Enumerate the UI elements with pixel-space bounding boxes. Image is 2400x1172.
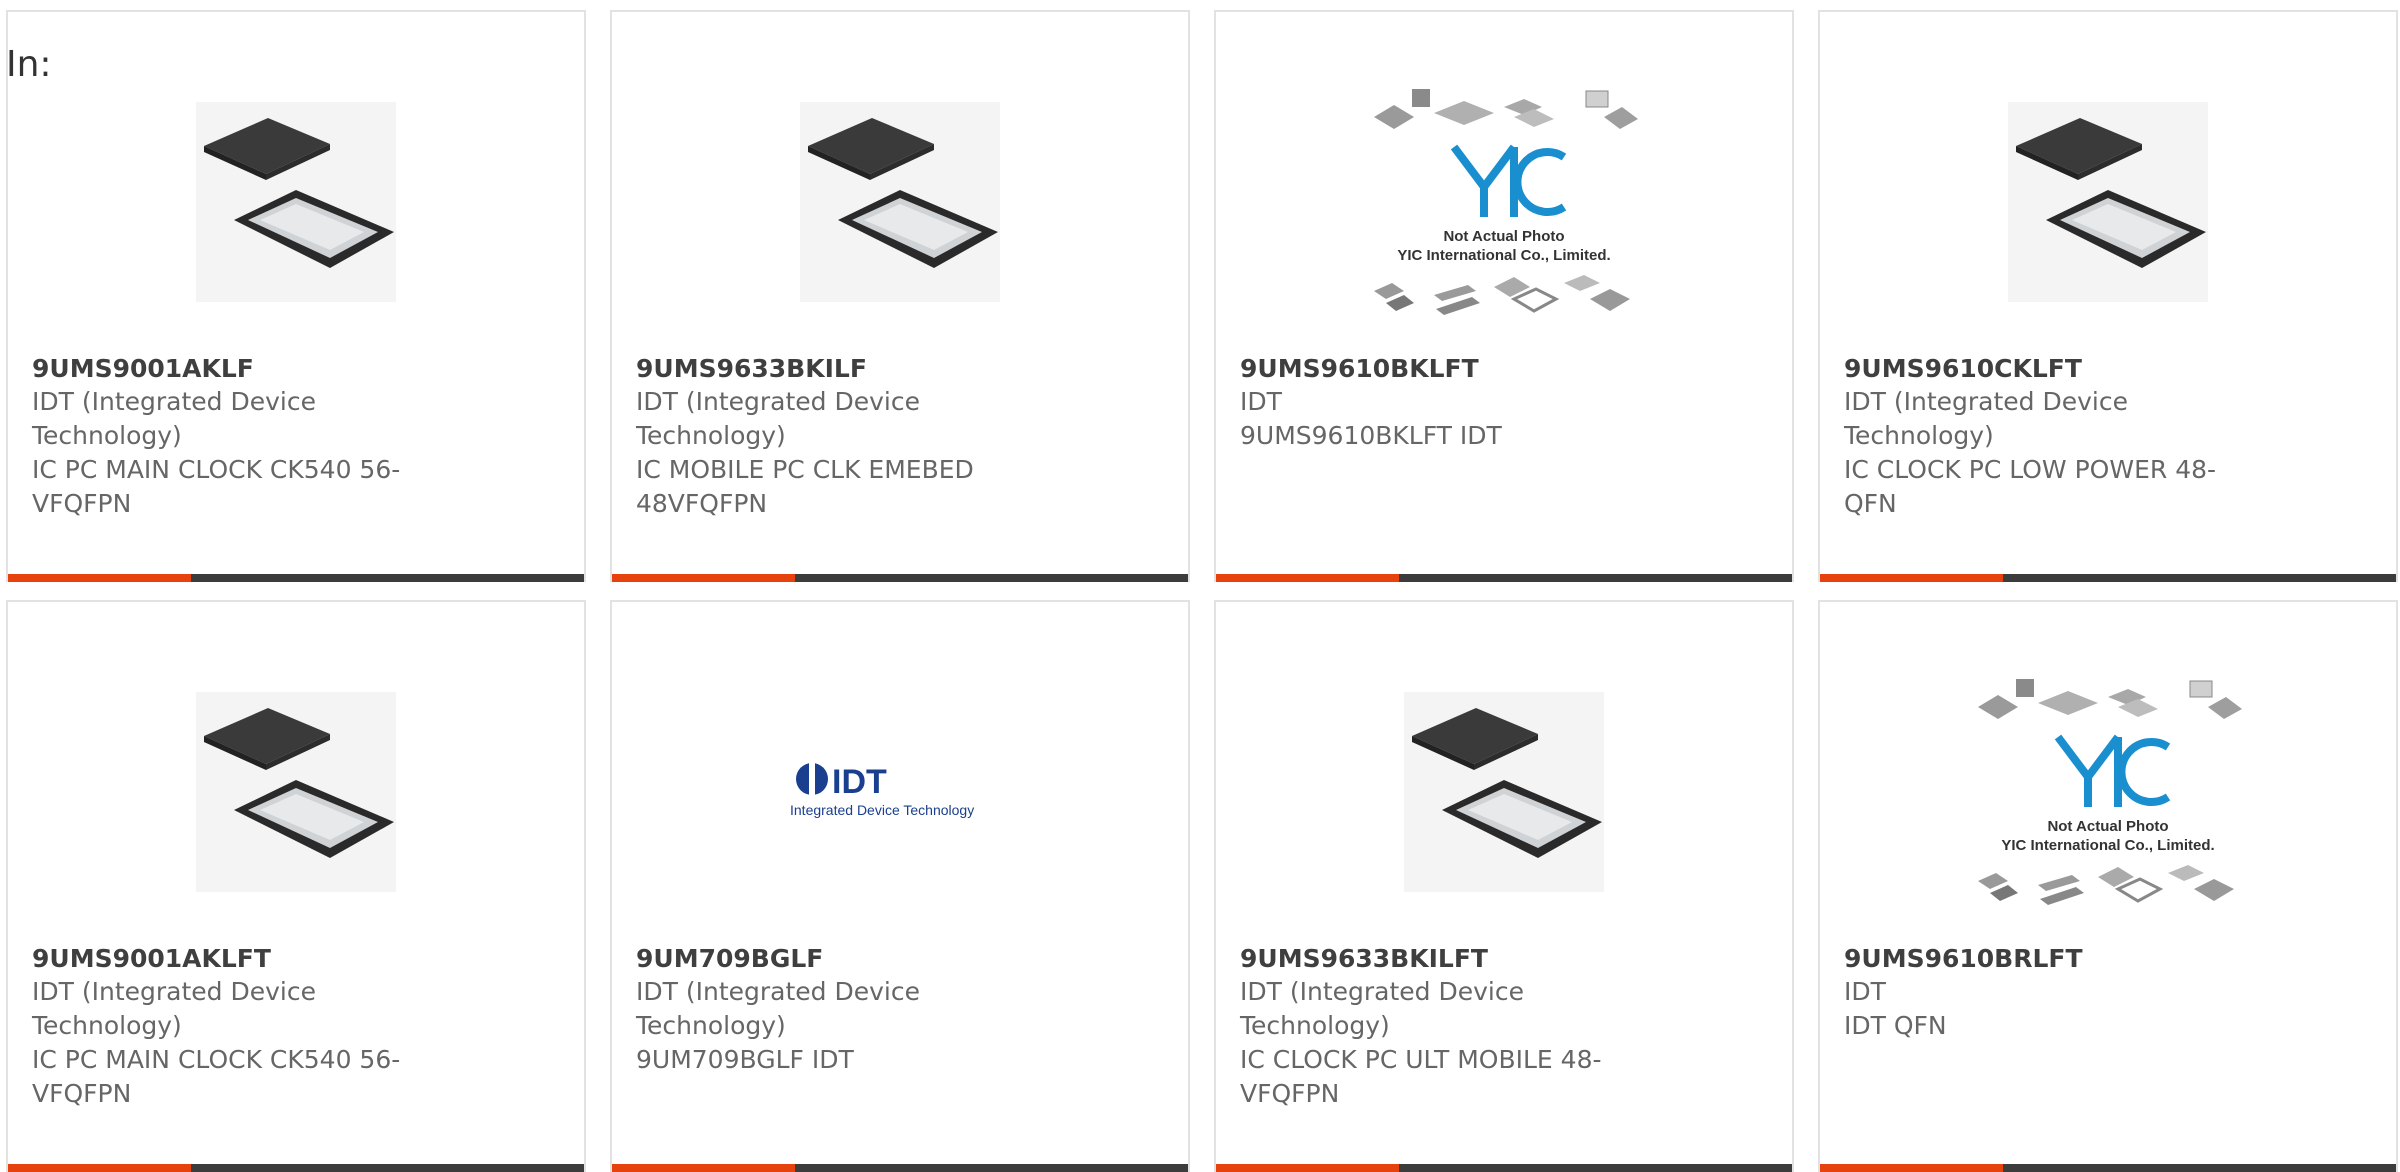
product-card[interactable]: 9UMS9633BKILFT IDT (Integrated Device Te… [1214, 600, 1794, 1172]
manufacturer: IDT (Integrated Device Technology) [32, 387, 316, 450]
product-image[interactable]: Not Actual Photo YIC International Co., L… [1216, 72, 1792, 332]
card-accent-bar [1820, 574, 2003, 582]
qfn-chip-icon [196, 102, 396, 302]
product-card[interactable]: Not Actual Photo YIC International Co., L… [1818, 600, 2398, 1172]
product-card[interactable]: 9UMS9610CKLFT IDT (Integrated Device Tec… [1818, 10, 2398, 582]
card-bottom-bar [1820, 574, 2396, 582]
svg-text:Not Actual Photo: Not Actual Photo [2047, 818, 2168, 835]
product-grid: 9UMS9001AKLF IDT (Integrated Device Tech… [6, 10, 2398, 1172]
product-image[interactable] [1820, 72, 2396, 332]
part-number[interactable]: 9UMS9610CKLFT [1844, 354, 2234, 383]
filter-label: In: [6, 44, 52, 85]
card-accent-bar [1216, 574, 1399, 582]
svg-text:IDT: IDT [832, 763, 887, 801]
product-image[interactable] [612, 72, 1188, 332]
description: IC PC MAIN CLOCK CK540 56-VFQFPN [32, 1045, 401, 1108]
part-number[interactable]: 9UMS9001AKLFT [32, 944, 422, 973]
manufacturer: IDT (Integrated Device Technology) [1240, 977, 1524, 1040]
card-bottom-bar [8, 1164, 584, 1172]
manufacturer: IDT (Integrated Device Technology) [636, 977, 920, 1040]
part-number[interactable]: 9UMS9001AKLF [32, 354, 422, 383]
description: 9UM709BGLF IDT [636, 1045, 854, 1074]
manufacturer: IDT (Integrated Device Technology) [1844, 387, 2128, 450]
card-accent-bar [612, 574, 795, 582]
part-number[interactable]: 9UMS9610BRLFT [1844, 944, 2234, 973]
product-card[interactable]: Not Actual Photo YIC International Co., L… [1214, 10, 1794, 582]
idt-logo-icon: IDTIntegrated Device Technology [790, 763, 974, 818]
not-actual-photo-icon: Not Actual Photo YIC International Co., L… [1374, 89, 1638, 315]
card-accent-bar [8, 1164, 191, 1172]
card-bottom-bar [1216, 574, 1792, 582]
description: IC CLOCK PC LOW POWER 48-QFN [1844, 455, 2217, 518]
qfn-chip-icon [2008, 102, 2208, 302]
card-accent-bar [1216, 1164, 1399, 1172]
product-card[interactable]: 9UMS9633BKILF IDT (Integrated Device Tec… [610, 10, 1190, 582]
description: IDT QFN [1844, 1011, 1947, 1040]
product-image[interactable] [1216, 662, 1792, 922]
product-image[interactable]: Not Actual Photo YIC International Co., L… [1820, 662, 2396, 922]
not-actual-photo-icon: Not Actual Photo YIC International Co., L… [1978, 679, 2242, 905]
description: IC MOBILE PC CLK EMEBED 48VFQFPN [636, 455, 974, 518]
product-image[interactable]: IDT Integrated Device Technology [612, 662, 1188, 922]
product-image[interactable] [8, 662, 584, 922]
qfn-chip-icon [196, 692, 396, 892]
card-accent-bar [1820, 1164, 2003, 1172]
card-bottom-bar [1216, 1164, 1792, 1172]
card-accent-bar [8, 574, 191, 582]
card-bottom-bar [612, 574, 1188, 582]
product-image[interactable] [8, 72, 584, 332]
card-accent-bar [612, 1164, 795, 1172]
manufacturer: IDT (Integrated Device Technology) [636, 387, 920, 450]
card-bottom-bar [1820, 1164, 2396, 1172]
part-number[interactable]: 9UM709BGLF [636, 944, 1026, 973]
manufacturer: IDT (Integrated Device Technology) [32, 977, 316, 1040]
svg-text:Integrated Device Technology: Integrated Device Technology [790, 802, 974, 818]
part-number[interactable]: 9UMS9633BKILF [636, 354, 1026, 383]
part-number[interactable]: 9UMS9633BKILFT [1240, 944, 1630, 973]
card-bottom-bar [612, 1164, 1188, 1172]
card-bottom-bar [8, 574, 584, 582]
product-card[interactable]: 9UMS9001AKLF IDT (Integrated Device Tech… [6, 10, 586, 582]
svg-text:Not Actual Photo: Not Actual Photo [1443, 228, 1564, 245]
qfn-chip-icon [1404, 692, 1604, 892]
product-card[interactable]: 9UMS9001AKLFT IDT (Integrated Device Tec… [6, 600, 586, 1172]
product-card[interactable]: IDT Integrated Device Technology 9UM709BG… [610, 600, 1190, 1172]
description: IC CLOCK PC ULT MOBILE 48-VFQFPN [1240, 1045, 1602, 1108]
svg-text:YIC International Co., Limited: YIC International Co., Limited. [2001, 837, 2214, 854]
part-number[interactable]: 9UMS9610BKLFT [1240, 354, 1630, 383]
manufacturer: IDT [1240, 387, 1282, 416]
qfn-chip-icon [800, 102, 1000, 302]
description: 9UMS9610BKLFT IDT [1240, 421, 1502, 450]
svg-text:YIC International Co., Limited: YIC International Co., Limited. [1397, 247, 1610, 264]
manufacturer: IDT [1844, 977, 1886, 1006]
description: IC PC MAIN CLOCK CK540 56-VFQFPN [32, 455, 401, 518]
